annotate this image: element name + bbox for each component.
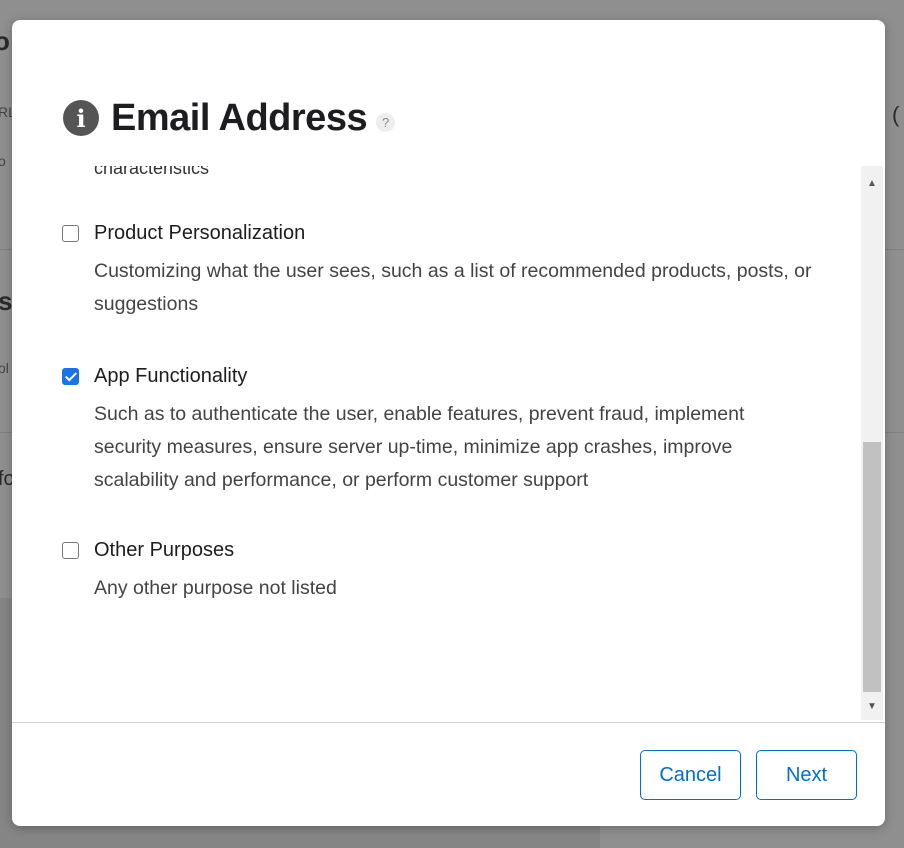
help-icon[interactable]: ? bbox=[376, 112, 396, 132]
option-description: Customizing what the user sees, such as … bbox=[94, 260, 812, 315]
next-button[interactable]: Next bbox=[756, 750, 857, 800]
option-label: Product Personalization bbox=[94, 222, 306, 244]
purposes-dialog: i Email Address ? characteristics Produc… bbox=[12, 20, 885, 826]
bg-fragment: s bbox=[0, 286, 13, 316]
dialog-header: i Email Address ? bbox=[63, 92, 396, 144]
scroll-up-arrow-icon[interactable]: ▲ bbox=[861, 173, 883, 193]
option-label: App Functionality bbox=[94, 365, 248, 387]
scrollbar-thumb[interactable] bbox=[863, 442, 881, 692]
option-description: Such as to authenticate the user, enable… bbox=[94, 403, 745, 491]
scroll-down-arrow-icon[interactable]: ▼ bbox=[861, 696, 883, 716]
cancel-button[interactable]: Cancel bbox=[640, 750, 741, 800]
footer-divider bbox=[12, 722, 885, 723]
app-functionality-checkbox[interactable] bbox=[62, 368, 79, 385]
bg-fragment: ol bbox=[0, 360, 9, 376]
options-scroll-area[interactable]: characteristics Product Personalization … bbox=[12, 166, 885, 720]
bg-fragment: o bbox=[0, 153, 6, 169]
option-label: Other Purposes bbox=[94, 539, 235, 561]
other-purposes-checkbox[interactable] bbox=[62, 542, 79, 559]
info-icon: i bbox=[63, 100, 99, 136]
option-description: Any other purpose not listed bbox=[94, 577, 337, 599]
dialog-title: Email Address bbox=[111, 96, 368, 139]
previous-option-description: characteristics bbox=[94, 166, 210, 178]
product-personalization-checkbox[interactable] bbox=[62, 225, 79, 242]
bg-fragment: o bbox=[0, 26, 10, 56]
bg-fragment: ( bbox=[892, 102, 900, 127]
options-scrollbar[interactable]: ▲ ▼ bbox=[861, 166, 883, 720]
